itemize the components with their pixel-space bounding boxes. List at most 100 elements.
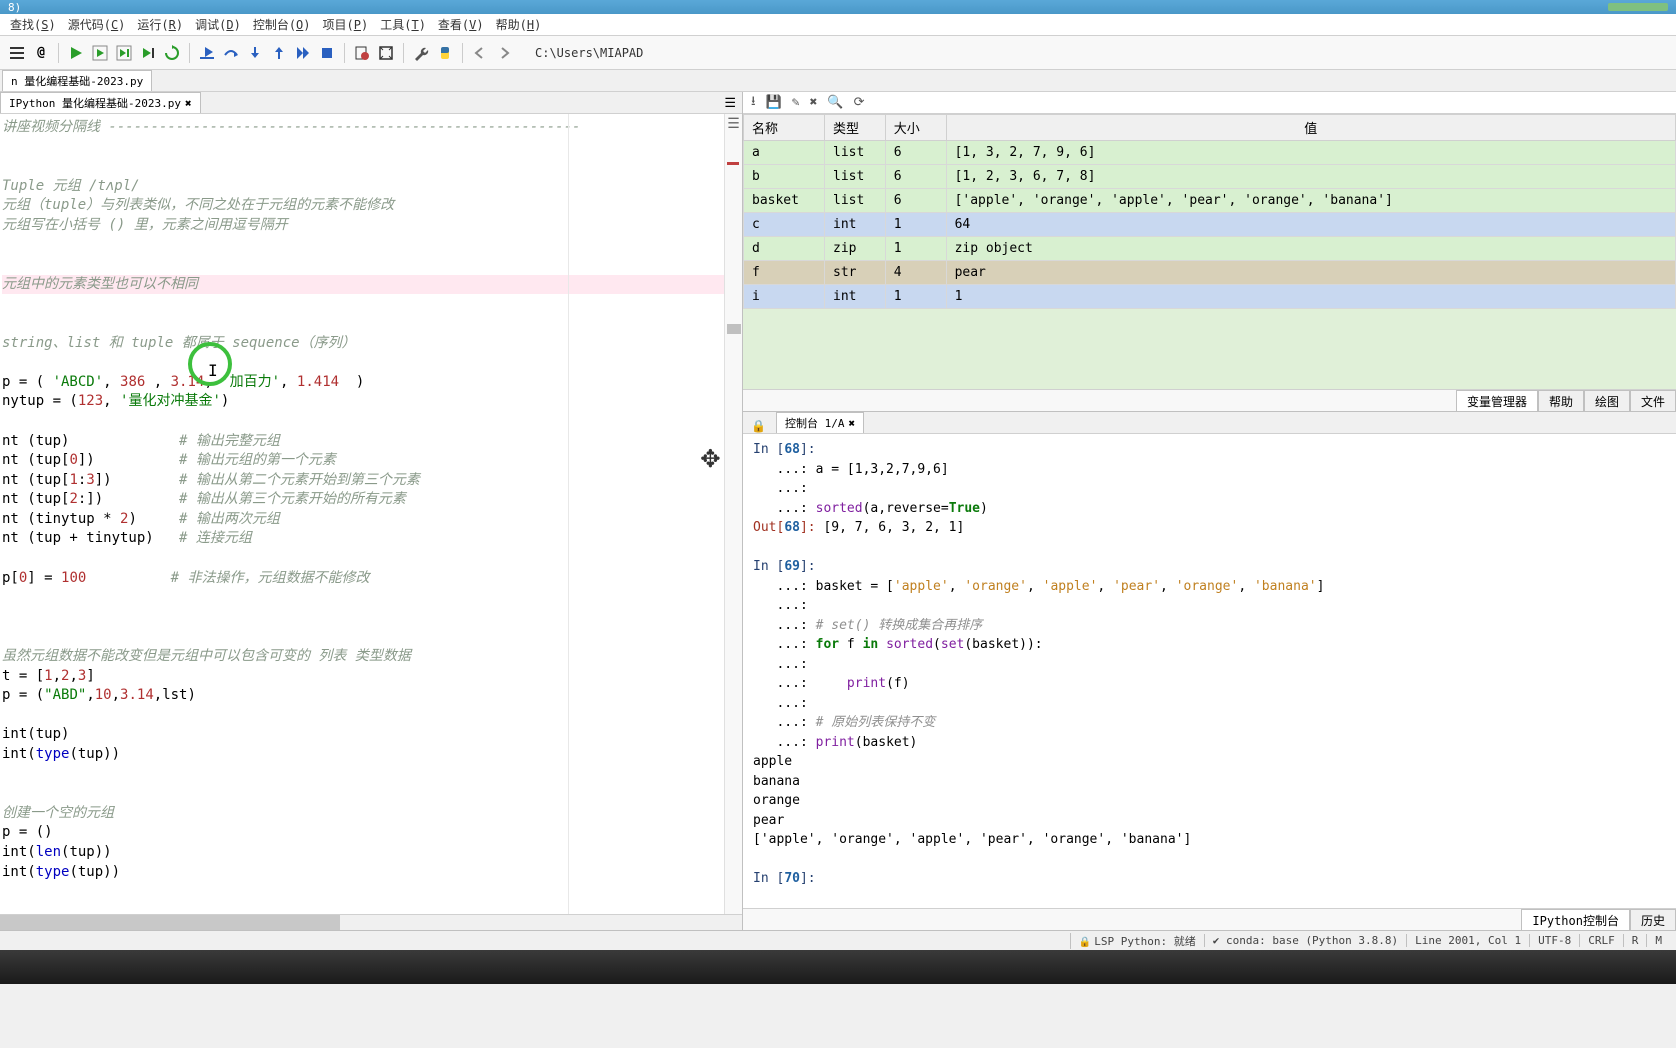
rerun-icon[interactable] <box>161 42 183 64</box>
status-bar: LSP Python: 就绪 ✔ conda: base (Python 3.8… <box>0 930 1676 950</box>
menu-查找(S)[interactable]: 查找(S) <box>4 14 62 35</box>
console-tabs: 🔒 控制台 1/A ✖ <box>743 412 1676 434</box>
editor-tab[interactable]: IPython 量化编程基础-2023.py ✖ <box>0 92 201 113</box>
python-icon[interactable] <box>434 42 456 64</box>
status-eol[interactable]: CRLF <box>1579 934 1623 947</box>
code-line <box>2 882 742 902</box>
var-cell: 1 <box>885 285 946 309</box>
close-icon[interactable]: ✖ <box>848 417 855 430</box>
maximize-icon[interactable] <box>375 42 397 64</box>
editor-options-icon[interactable]: ☰ <box>725 114 742 134</box>
menu-运行(R)[interactable]: 运行(R) <box>131 14 189 35</box>
code-line <box>2 138 742 158</box>
code-line: int(type(tup)) <box>2 745 742 765</box>
debug-file-icon[interactable] <box>351 42 373 64</box>
status-conda[interactable]: ✔ conda: base (Python 3.8.8) <box>1204 934 1406 947</box>
import-icon[interactable]: ⭳ <box>751 92 756 114</box>
continue-icon[interactable] <box>292 42 314 64</box>
status-encoding[interactable]: UTF-8 <box>1529 934 1579 947</box>
run-selection-icon[interactable] <box>137 42 159 64</box>
menu-调试(D)[interactable]: 调试(D) <box>189 14 247 35</box>
save-icon[interactable]: 💾 <box>766 95 782 110</box>
file-tab[interactable]: n 量化编程基础-2023.py <box>2 70 152 91</box>
menu-帮助(H)[interactable]: 帮助(H) <box>490 14 548 35</box>
code-line <box>2 255 742 275</box>
var-header[interactable]: 值 <box>946 115 1675 141</box>
run-cell-advance-icon[interactable] <box>113 42 135 64</box>
editor-vscroll[interactable]: ☰ <box>724 114 742 914</box>
var-cell: pear <box>946 261 1675 285</box>
back-icon[interactable] <box>469 42 491 64</box>
code-line: int(type(tup)) <box>2 863 742 883</box>
debug-step-icon[interactable] <box>196 42 218 64</box>
var-header[interactable]: 大小 <box>885 115 946 141</box>
console-lock-icon[interactable]: 🔒 <box>751 419 766 433</box>
refresh-icon[interactable]: ⟳ <box>854 95 865 110</box>
code-line: nt (tup[1:3]) # 输出从第二个元素开始到第三个元素 <box>2 471 742 491</box>
panel-tab-绘图[interactable]: 绘图 <box>1584 390 1630 411</box>
panel-tab-帮助[interactable]: 帮助 <box>1538 390 1584 411</box>
variable-row[interactable]: dzip1zip object <box>744 237 1676 261</box>
step-over-icon[interactable] <box>220 42 242 64</box>
variable-row[interactable]: fstr4pear <box>744 261 1676 285</box>
code-line <box>2 314 742 334</box>
list-icon[interactable] <box>6 42 28 64</box>
forward-icon[interactable] <box>493 42 515 64</box>
code-line <box>2 706 742 726</box>
var-cell: int <box>825 285 886 309</box>
variable-empty-area <box>743 309 1676 389</box>
menu-工具(T)[interactable]: 工具(T) <box>374 14 432 35</box>
ipython-console[interactable]: In [68]: ...: a = [1,3,2,7,9,6] ...: ...… <box>743 434 1676 908</box>
menu-控制台(O)[interactable]: 控制台(O) <box>247 14 317 35</box>
var-cell: 1 <box>946 285 1675 309</box>
code-editor[interactable]: I ✥ 讲座视频分隔线 ----------------------------… <box>0 114 742 914</box>
editor-hscroll[interactable] <box>0 914 742 930</box>
var-header[interactable]: 类型 <box>825 115 886 141</box>
file-tab-label: n 量化编程基础-2023.py <box>11 73 143 89</box>
menu-源代码(C)[interactable]: 源代码(C) <box>62 14 132 35</box>
console-tab[interactable]: 控制台 1/A ✖ <box>776 412 864 433</box>
hscroll-thumb[interactable] <box>0 915 340 930</box>
code-line: 元组写在小括号 () 里，元素之间用逗号隔开 <box>2 216 742 236</box>
menu-bar: 查找(S)源代码(C)运行(R)调试(D)控制台(O)项目(P)工具(T)查看(… <box>0 14 1676 36</box>
run-cell-icon[interactable] <box>89 42 111 64</box>
var-cell: list <box>825 189 886 213</box>
variable-row[interactable]: blist6[1, 2, 3, 6, 7, 8] <box>744 165 1676 189</box>
console-btab-历史[interactable]: 历史 <box>1630 909 1676 930</box>
code-line: int(len(tup)) <box>2 843 742 863</box>
close-icon[interactable]: ✖ <box>185 97 192 110</box>
panel-tab-文件[interactable]: 文件 <box>1630 390 1676 411</box>
variable-row[interactable]: alist6[1, 3, 2, 7, 9, 6] <box>744 141 1676 165</box>
working-dir-path[interactable]: C:\Users\MIAPAD <box>527 44 651 62</box>
code-line <box>2 765 742 785</box>
code-line <box>2 902 742 914</box>
edit-icon[interactable]: ✎ <box>792 95 800 110</box>
stop-icon[interactable] <box>316 42 338 64</box>
variable-row[interactable]: cint164 <box>744 213 1676 237</box>
step-into-icon[interactable] <box>244 42 266 64</box>
code-line: p = ( 'ABCD', 386 , 3.14, '加百力', 1.414 ) <box>2 373 742 393</box>
variable-row[interactable]: iint11 <box>744 285 1676 309</box>
var-header[interactable]: 名称 <box>744 115 825 141</box>
menu-项目(P)[interactable]: 项目(P) <box>317 14 375 35</box>
step-out-icon[interactable] <box>268 42 290 64</box>
delete-icon[interactable]: ✖ <box>810 95 818 110</box>
status-lsp[interactable]: LSP Python: 就绪 <box>1070 933 1204 949</box>
menu-查看(V)[interactable]: 查看(V) <box>432 14 490 35</box>
var-cell: [1, 2, 3, 6, 7, 8] <box>946 165 1675 189</box>
variable-row[interactable]: basketlist6['apple', 'orange', 'apple', … <box>744 189 1676 213</box>
editor-menu-icon[interactable]: ☰ <box>718 94 742 113</box>
console-btab-IPython控制台[interactable]: IPython控制台 <box>1521 909 1630 930</box>
at-icon[interactable]: @ <box>30 42 52 64</box>
code-line: t = [1,2,3] <box>2 667 742 687</box>
vscroll-thumb[interactable] <box>727 324 741 334</box>
search-icon[interactable]: 🔍 <box>827 95 843 110</box>
wrench-icon[interactable] <box>410 42 432 64</box>
var-cell: list <box>825 141 886 165</box>
code-line: nytup = (123, '量化对冲基金') <box>2 392 742 412</box>
file-tabs-row: n 量化编程基础-2023.py <box>0 70 1676 92</box>
os-taskbar[interactable] <box>0 950 1676 984</box>
panel-tab-变量管理器[interactable]: 变量管理器 <box>1456 390 1538 411</box>
status-line-col[interactable]: Line 2001, Col 1 <box>1406 934 1529 947</box>
run-icon[interactable] <box>65 42 87 64</box>
